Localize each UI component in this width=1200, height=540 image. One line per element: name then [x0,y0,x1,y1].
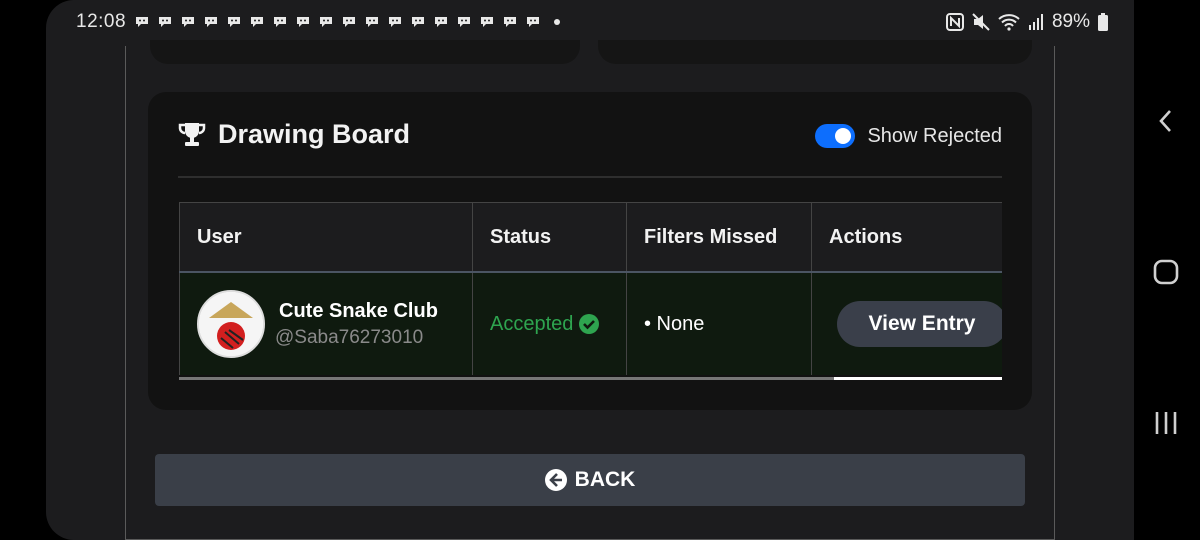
back-button[interactable]: BACK [155,454,1025,506]
chat-bubble-icon [412,17,424,27]
chat-bubble-icon [320,17,332,27]
chat-bubble-icon [343,17,355,27]
card-header: Drawing Board [178,119,410,150]
show-rejected-label: Show Rejected [867,124,1002,147]
show-rejected-control[interactable]: Show Rejected [815,124,1002,148]
header-status: Status [472,203,626,271]
nav-home-icon[interactable] [1151,257,1181,287]
chat-bubble-icon [205,17,217,27]
drawing-board-card: Drawing Board Show Rejected User Status … [148,92,1032,410]
signal-icon [1028,14,1043,30]
wifi-icon [998,14,1020,31]
back-label: BACK [574,468,636,491]
card-title: Drawing Board [218,119,411,149]
trophy-icon [178,122,206,146]
chat-bubble-icon [389,17,401,27]
avatar[interactable] [197,290,265,358]
scrollbar-thumb[interactable] [179,377,834,380]
filters-missed-cell: • None [626,273,811,375]
arrow-left-circle-icon [544,469,567,491]
nfc-icon [945,13,964,31]
chat-bubble-icon [481,17,493,27]
notification-icons [134,15,560,29]
more-notifications-dot [554,19,560,25]
nav-back-icon[interactable] [1151,106,1181,136]
status-icons: 89% [945,11,1108,33]
avatar-image-icon [199,292,263,356]
chat-bubble-icon [527,17,539,27]
nav-recents-icon[interactable] [1151,408,1181,438]
entries-table: User Status Filters Missed Actions Cute … [179,202,1002,380]
chat-bubble-icon [297,17,309,27]
chat-bubble-icon [228,17,240,27]
chat-bubble-icon [182,17,194,27]
show-rejected-toggle[interactable] [815,124,856,148]
table-header: User Status Filters Missed Actions [179,202,1002,271]
chat-bubble-icon [458,17,470,27]
check-circle-icon [579,314,600,334]
view-entry-button[interactable]: View Entry [837,301,1002,347]
chat-bubble-icon [274,17,286,27]
table-row: Cute Snake Club @Saba76273010 Accepted •… [179,271,1002,375]
battery-icon [1098,13,1108,31]
actions-cell: View Entry [811,273,1002,375]
status-badge: Accepted [490,312,600,336]
status-text: Accepted [490,312,574,335]
status-cell: Accepted [472,273,626,375]
user-handle: @Saba76273010 [275,326,424,348]
chat-bubble-icon [504,17,516,27]
chat-bubble-icon [159,17,171,27]
previous-card-left [150,40,580,64]
user-name: Cute Snake Club [279,299,438,322]
chat-bubble-icon [435,17,447,27]
horizontal-scrollbar[interactable] [179,377,1002,380]
user-cell: Cute Snake Club @Saba76273010 [179,273,472,375]
header-actions: Actions [811,203,1002,271]
chat-bubble-icon [136,17,148,27]
clock: 12:08 [76,11,127,32]
chat-bubble-icon [366,17,378,27]
previous-card-right [598,40,1032,64]
battery-percent: 89% [1051,11,1090,32]
chat-bubble-icon [251,17,263,27]
mute-icon [972,13,990,31]
header-filters-missed: Filters Missed [626,203,811,271]
header-user: User [179,203,472,271]
divider [178,176,1002,178]
app-screen: 12:08 89% Drawing Board Show Rejected Us… [46,0,1134,540]
system-nav-bar [1134,0,1200,540]
